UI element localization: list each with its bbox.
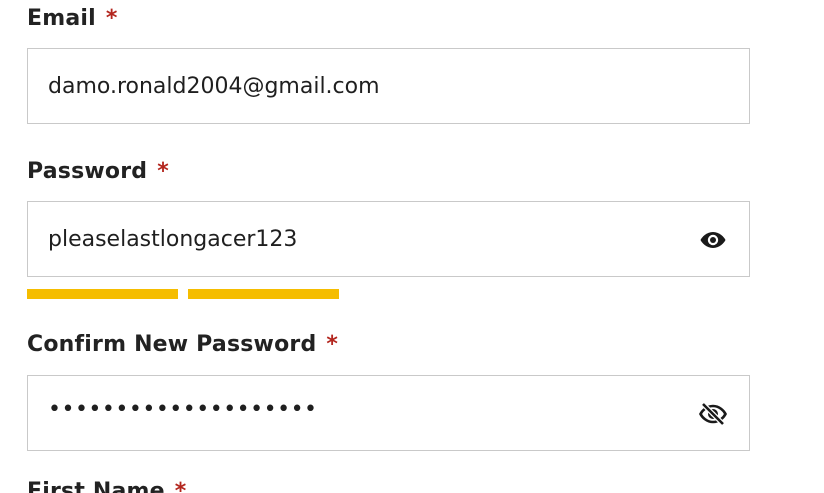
- required-asterisk: *: [105, 6, 118, 31]
- required-asterisk: *: [174, 479, 187, 493]
- eye-off-icon[interactable]: [699, 402, 727, 426]
- first-name-label-text: First Name: [27, 479, 165, 493]
- confirm-password-label-text: Confirm New Password: [27, 332, 317, 357]
- email-value: damo.ronald2004@gmail.com: [48, 74, 380, 99]
- password-field[interactable]: pleaselastlongacer123: [27, 201, 750, 277]
- eye-icon[interactable]: [699, 228, 727, 252]
- email-label: Email *: [27, 6, 118, 31]
- required-asterisk: *: [326, 332, 339, 357]
- email-label-text: Email: [27, 6, 96, 31]
- confirm-password-value: ••••••••••••••••••••: [48, 397, 318, 422]
- email-field[interactable]: damo.ronald2004@gmail.com: [27, 48, 750, 124]
- password-strength-segment-2: [188, 289, 339, 299]
- required-asterisk: *: [157, 159, 169, 184]
- password-label-text: Password: [27, 159, 148, 184]
- first-name-label: First Name *: [27, 479, 187, 493]
- password-strength-segment-1: [27, 289, 178, 299]
- confirm-password-field[interactable]: ••••••••••••••••••••: [27, 375, 750, 451]
- password-value: pleaselastlongacer123: [48, 227, 298, 252]
- confirm-password-label: Confirm New Password *: [27, 332, 338, 357]
- password-label: Password *: [27, 159, 169, 184]
- account-form: Email * damo.ronald2004@gmail.com Passwor…: [0, 0, 824, 493]
